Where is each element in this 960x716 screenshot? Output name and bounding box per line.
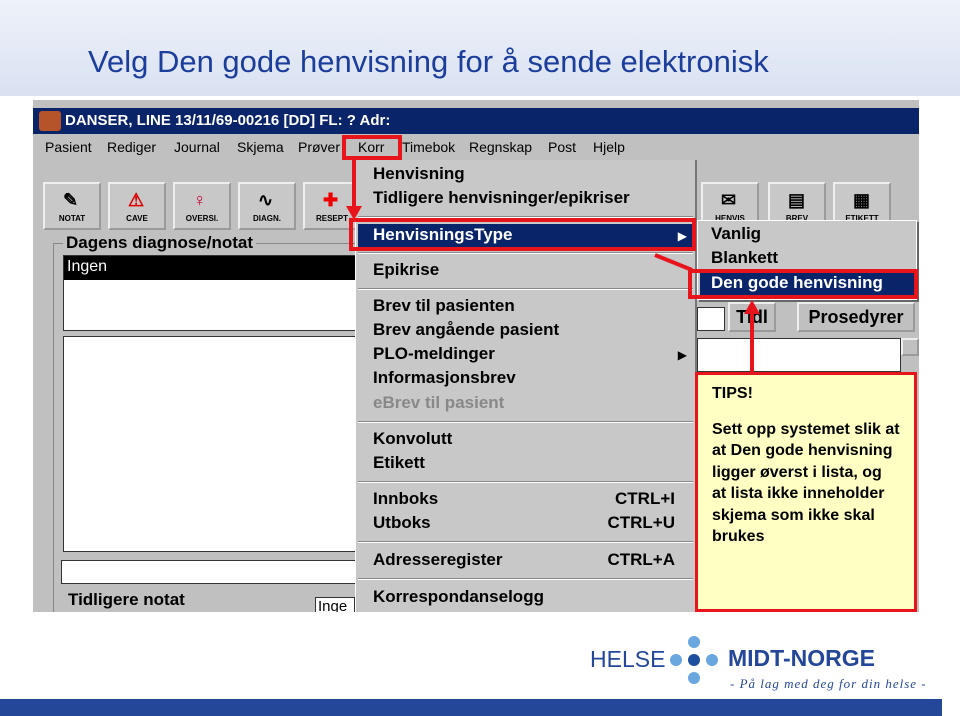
menu-item-tidligere-henvisninger[interactable]: Tidligere henvisninger/epikriser	[373, 188, 630, 208]
tips-text: Sett opp systemet slik at at Den gode he…	[712, 420, 900, 546]
submenu-item-blankett[interactable]: Blankett	[711, 248, 778, 268]
menu-pasient[interactable]: Pasient	[45, 139, 92, 155]
menu-item-etikett[interactable]: Etikett	[373, 453, 425, 473]
menu-item-korrespondanselogg[interactable]: Korrespondanselogg	[373, 587, 544, 607]
people-icon: ♀	[193, 190, 207, 210]
menu-skjema[interactable]: Skjema	[237, 139, 284, 155]
menu-journal[interactable]: Journal	[174, 139, 220, 155]
menu-item-informasjonsbrev[interactable]: Informasjonsbrev	[373, 368, 516, 388]
menu-item-konvolutt[interactable]: Konvolutt	[373, 429, 452, 449]
menu-rediger[interactable]: Rediger	[107, 139, 156, 155]
korr-highlight-box	[342, 135, 402, 160]
logo-dots-icon	[670, 636, 718, 684]
logo-left-text: HELSE	[590, 646, 666, 672]
slide-title: Velg Den gode henvisning for å sende ele…	[88, 44, 769, 79]
label-icon: ▦	[853, 190, 871, 210]
notepad-icon: ✎	[63, 190, 79, 210]
menu-regnskap[interactable]: Regnskap	[469, 139, 532, 155]
submenu-item-vanlig[interactable]: Vanlig	[711, 224, 761, 244]
menu-timebok[interactable]: Timebok	[402, 139, 455, 155]
helse-midt-norge-logo: HELSE MIDT-NORGE - På lag med deg for di…	[590, 634, 940, 694]
menubar: Pasient Rediger Journal Skjema Prøver Ko…	[33, 136, 919, 158]
tips-heading: TIPS!	[712, 385, 753, 402]
cross-icon: ✚	[323, 190, 339, 210]
warning-icon: ⚠	[128, 190, 145, 210]
menu-item-utboks[interactable]: Utboks	[373, 513, 431, 533]
diagnose-button[interactable]: ∿ DIAGN.	[238, 182, 296, 230]
henvisningstype-highlight-box	[349, 218, 696, 251]
arrow-down-line	[352, 160, 356, 210]
arrow-up-icon	[744, 300, 760, 314]
oversikt-button[interactable]: ♀ OVERSI.	[173, 182, 231, 230]
menu-item-innboks[interactable]: Innboks	[373, 489, 438, 509]
diagnosis-item-selected[interactable]: Ingen	[64, 256, 362, 280]
prosedyrer-button[interactable]: Prosedyrer	[797, 302, 915, 332]
window-title: DANSER, LINE 13/11/69-00216 [DD] FL: ? A…	[33, 108, 919, 134]
tips-box: TIPS! Sett opp systemet slik at at Den g…	[695, 372, 917, 612]
note-textarea[interactable]	[63, 336, 363, 552]
menu-item-brev-til-pasienten[interactable]: Brev til pasienten	[373, 296, 515, 316]
letter-icon: ▤	[788, 190, 806, 210]
shortcut-innboks: CTRL+I	[615, 489, 675, 508]
app-screenshot: DANSER, LINE 13/11/69-00216 [DD] FL: ? A…	[33, 100, 919, 612]
logo-right-text: MIDT-NORGE	[728, 645, 875, 671]
diagnosis-list[interactable]: Ingen	[63, 255, 363, 331]
arrow-up-line	[750, 313, 754, 373]
menu-post[interactable]: Post	[548, 139, 576, 155]
den-gode-highlight-box	[688, 269, 918, 299]
cave-button[interactable]: ⚠ CAVE	[108, 182, 166, 230]
note-input[interactable]	[61, 560, 363, 584]
scroll-up-button[interactable]	[901, 338, 919, 356]
notat-button[interactable]: ✎ NOTAT	[43, 182, 101, 230]
app-icon	[39, 111, 61, 131]
menu-item-epikrise[interactable]: Epikrise	[373, 260, 439, 280]
menu-hjelp[interactable]: Hjelp	[593, 139, 625, 155]
menu-item-adresseregister[interactable]: Adresseregister	[373, 550, 502, 570]
right-textarea[interactable]	[697, 338, 901, 372]
envelope-icon: ✉	[721, 190, 737, 210]
previous-notes-label: Tidligere notat	[65, 590, 188, 610]
stethoscope-icon: ∿	[258, 190, 274, 210]
menu-prover[interactable]: Prøver	[298, 139, 340, 155]
small-input[interactable]	[697, 307, 725, 331]
menu-item-brev-angaende-pasient[interactable]: Brev angående pasient	[373, 320, 559, 340]
menu-item-ebrev: eBrev til pasient	[373, 393, 505, 412]
menu-item-henvisning[interactable]: Henvisning	[373, 164, 465, 184]
logo-tagline: - På lag med deg for din helse -	[730, 676, 927, 691]
menu-item-plo-meldinger[interactable]: PLO-meldinger	[373, 344, 495, 364]
diagnosis-group-label: Dagens diagnose/notat	[63, 233, 257, 253]
shortcut-utboks: CTRL+U	[607, 513, 675, 532]
footer-bar	[0, 699, 942, 716]
submenu-arrow-icon: ▶	[677, 348, 687, 362]
previous-notes-field[interactable]: Inge	[315, 597, 355, 612]
shortcut-adresseregister: CTRL+A	[607, 550, 675, 569]
